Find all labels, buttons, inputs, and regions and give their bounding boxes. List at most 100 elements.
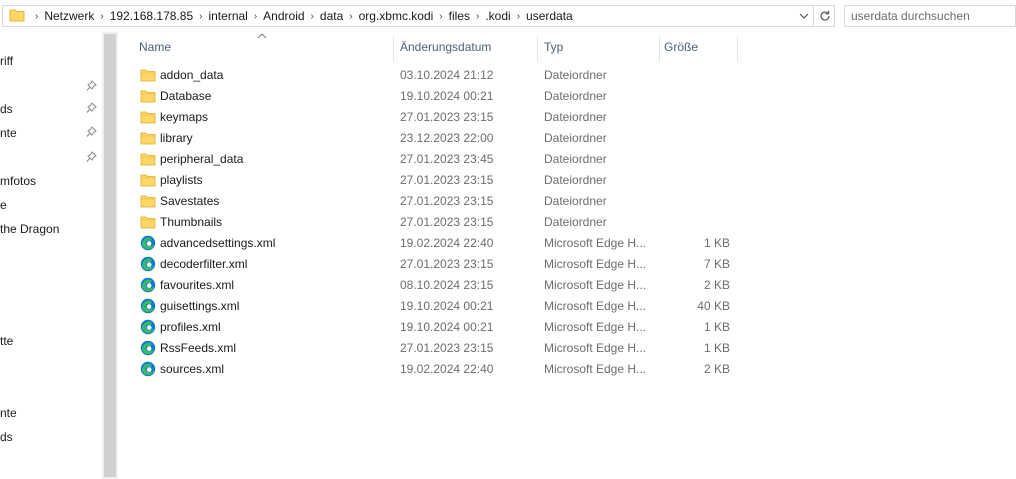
nav-item-label: e [0, 198, 7, 212]
column-divider[interactable] [737, 36, 738, 62]
file-row[interactable]: RssFeeds.xml 27.01.2023 23:15 Microsoft Ed… [118, 338, 1016, 359]
file-size: 1 KB [703, 320, 730, 334]
breadcrumb-separator-icon[interactable]: › [248, 11, 263, 22]
file-size: 2 KB [703, 362, 730, 376]
breadcrumb-separator-icon[interactable]: › [343, 11, 358, 22]
edge-icon [140, 256, 156, 272]
file-row[interactable]: keymaps 27.01.2023 23:15 Dateiordner [118, 107, 1016, 128]
file-date: 19.10.2024 00:21 [400, 299, 494, 313]
breadcrumb-separator-icon[interactable]: › [433, 11, 448, 22]
chevron-down-icon[interactable] [795, 6, 813, 26]
pin-icon[interactable] [86, 80, 98, 94]
nav-item[interactable]: riff [0, 51, 86, 71]
edge-icon [140, 361, 156, 377]
folder-icon [9, 8, 25, 25]
nav-item[interactable]: ds [0, 99, 86, 119]
folder-icon [140, 151, 156, 167]
breadcrumb-item[interactable]: 192.168.178.85 [110, 9, 193, 23]
nav-item[interactable]: ds [0, 427, 86, 447]
file-name: keymaps [160, 110, 209, 124]
file-row[interactable]: addon_data 03.10.2024 21:12 Dateiordner [118, 65, 1016, 86]
file-date: 08.10.2024 23:15 [400, 278, 494, 292]
file-row[interactable]: guisettings.xml 19.10.2024 00:21 Microsoft… [118, 296, 1016, 317]
file-row[interactable]: Thumbnails 27.01.2023 23:15 Dateiordner [118, 212, 1016, 233]
file-date: 27.01.2023 23:15 [400, 215, 494, 229]
file-size: 2 KB [703, 278, 730, 292]
breadcrumb-item[interactable]: data [320, 9, 343, 23]
breadcrumb-separator-icon[interactable]: › [511, 11, 526, 22]
breadcrumb-item[interactable]: internal [208, 9, 247, 23]
column-divider[interactable] [393, 36, 394, 62]
file-size [658, 107, 730, 128]
file-row[interactable]: Database 19.10.2024 00:21 Dateiordner [118, 86, 1016, 107]
file-size [658, 86, 730, 107]
file-row[interactable]: advancedsettings.xml 19.02.2024 22:40 Micr… [118, 233, 1016, 254]
file-date: 03.10.2024 21:12 [400, 68, 494, 82]
file-row[interactable]: library 23.12.2023 22:00 Dateiordner [118, 128, 1016, 149]
nav-item[interactable]: nte [0, 403, 86, 423]
file-type: Dateiordner [544, 194, 607, 208]
nav-item[interactable]: e [0, 195, 86, 215]
folder-icon [140, 193, 156, 209]
breadcrumb-item[interactable]: files [449, 9, 470, 23]
file-type: Dateiordner [544, 173, 607, 187]
file-name: RssFeeds.xml [160, 341, 237, 355]
column-header-size[interactable]: Größe [661, 32, 737, 62]
file-row[interactable]: sources.xml 19.02.2024 22:40 Microsoft Edg… [118, 359, 1016, 380]
file-size [658, 212, 730, 233]
pin-icon[interactable] [86, 102, 98, 116]
breadcrumb-item[interactable]: org.xbmc.kodi [359, 9, 434, 23]
refresh-button[interactable] [815, 5, 835, 27]
file-row[interactable]: Savestates 27.01.2023 23:15 Dateiordner [118, 191, 1016, 212]
nav-item-label: nte [0, 126, 17, 140]
column-header-name[interactable]: Name [136, 32, 392, 62]
column-divider[interactable] [537, 36, 538, 62]
column-header-date[interactable]: Änderungsdatum [397, 32, 537, 62]
column-headers: Name Änderungsdatum Typ Größe [118, 32, 1016, 62]
breadcrumb-item[interactable]: .kodi [485, 9, 510, 23]
nav-item-label: mfotos [0, 174, 37, 188]
breadcrumb-separator-icon[interactable]: › [193, 11, 208, 22]
pin-icon[interactable] [86, 126, 98, 140]
pin-icon[interactable] [86, 151, 98, 165]
refresh-icon [819, 10, 830, 21]
nav-item[interactable]: mfotos [0, 171, 86, 191]
nav-item[interactable] [0, 148, 86, 168]
nav-item[interactable]: tte [0, 331, 86, 351]
column-divider[interactable] [659, 36, 660, 62]
column-header-type[interactable]: Typ [541, 32, 659, 62]
nav-item-label: nte [0, 406, 17, 420]
file-explorer-window: › Netzwerk › 192.168.178.85 › internal › Androi… [0, 0, 1016, 479]
breadcrumb-separator-icon[interactable]: › [29, 11, 44, 22]
breadcrumb-separator-icon[interactable]: › [470, 11, 485, 22]
nav-item[interactable]: nte [0, 123, 86, 143]
file-date: 27.01.2023 23:15 [400, 110, 494, 124]
file-row[interactable]: playlists 27.01.2023 23:15 Dateiordner [118, 170, 1016, 191]
nav-item[interactable] [0, 77, 86, 97]
file-size [658, 65, 730, 86]
file-type: Dateiordner [544, 131, 607, 145]
file-size [658, 149, 730, 170]
file-type: Microsoft Edge H... [544, 362, 647, 376]
breadcrumb-separator-icon[interactable]: › [94, 11, 109, 22]
file-row[interactable]: peripheral_data 27.01.2023 23:45 Dateiordn… [118, 149, 1016, 170]
address-bar[interactable]: › Netzwerk › 192.168.178.85 › internal › Androi… [2, 5, 814, 27]
search-input[interactable] [851, 9, 1015, 23]
file-row[interactable]: favourites.xml 08.10.2024 23:15 Microsoft … [118, 275, 1016, 296]
file-row[interactable]: profiles.xml 19.10.2024 00:21 Microsoft Ed… [118, 317, 1016, 338]
file-row[interactable]: decoderfilter.xml 27.01.2023 23:15 Microso… [118, 254, 1016, 275]
search-box[interactable] [844, 5, 1016, 27]
breadcrumb-separator-icon[interactable]: › [305, 11, 320, 22]
breadcrumb-item[interactable]: Android [263, 9, 304, 23]
file-name: advancedsettings.xml [160, 236, 276, 250]
file-name: Thumbnails [160, 215, 223, 229]
file-date: 27.01.2023 23:15 [400, 257, 494, 271]
scrollbar-thumb[interactable] [104, 34, 116, 477]
edge-icon [140, 319, 156, 335]
navigation-scrollbar[interactable] [102, 32, 118, 479]
folder-icon [140, 67, 156, 83]
nav-item[interactable]: the Dragon [0, 219, 86, 239]
breadcrumb-item[interactable]: Netzwerk [44, 9, 94, 23]
breadcrumb-item[interactable]: userdata [526, 9, 573, 23]
navigation-pane: riff ds nte mfotos e the Dragon tte nte ds [0, 32, 102, 479]
